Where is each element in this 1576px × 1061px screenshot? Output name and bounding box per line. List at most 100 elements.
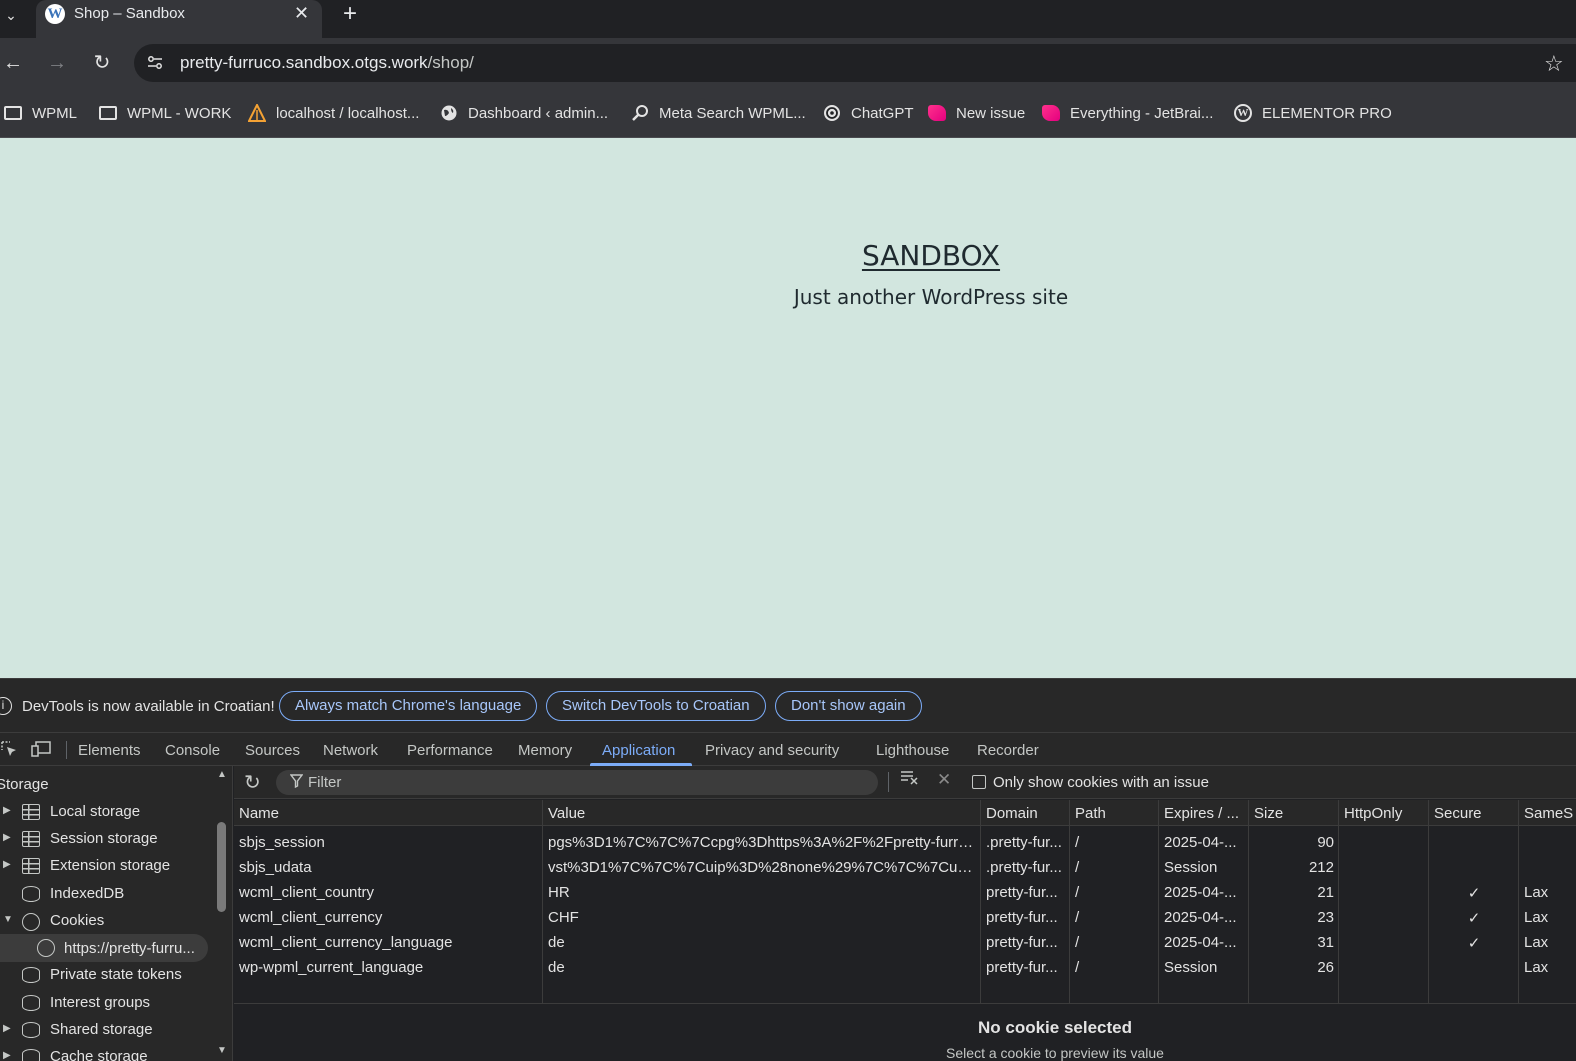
jetbrains-icon — [1042, 104, 1060, 122]
sidebar-item-label: Cache storage — [50, 1048, 148, 1061]
tab-lighthouse[interactable]: Lighthouse — [876, 742, 949, 759]
expand-arrow-icon[interactable]: ▶ — [3, 832, 11, 843]
infobar-text: DevTools is now available in Croatian! — [22, 698, 275, 715]
sidebar-item-indexeddb[interactable]: IndexedDB — [0, 881, 216, 908]
table-row[interactable]: sbjs_session pgs%3D1%7C%7C%7Ccpg%3Dhttps%… — [234, 830, 1576, 855]
switch-to-croatian-button[interactable]: Switch DevTools to Croatian — [546, 691, 766, 721]
inspect-element-icon[interactable] — [0, 740, 18, 763]
jetbrains-icon — [928, 104, 946, 122]
sidebar-item-local-storage[interactable]: ▶ Local storage — [0, 799, 216, 826]
delete-selected-icon[interactable]: ✕ — [937, 770, 951, 790]
cookie-preview-pane: No cookie selected Select a cookie to pr… — [234, 1005, 1576, 1061]
devtools-language-infobar: i DevTools is now available in Croatian!… — [0, 678, 1576, 732]
sidebar-item-cookies[interactable]: ▼ Cookies — [0, 908, 216, 935]
column-header-domain[interactable]: Domain — [981, 800, 1070, 826]
tab-application[interactable]: Application — [602, 742, 675, 759]
column-header-size[interactable]: Size — [1249, 800, 1339, 826]
reload-icon[interactable]: ↻ — [91, 52, 113, 74]
bookmark-star-icon[interactable]: ☆ — [1544, 51, 1564, 77]
filter-input[interactable] — [308, 770, 868, 795]
bookmark-chatgpt[interactable]: ChatGPT — [823, 103, 914, 123]
sidebar-item-cookie-origin[interactable]: https://pretty-furru... — [0, 934, 208, 962]
scroll-down-arrow-icon[interactable]: ▼ — [217, 1045, 229, 1057]
table-row[interactable]: wcml_client_currency_language de pretty-fu… — [234, 930, 1576, 955]
bookmark-everything-jetbrains[interactable]: Everything - JetBrai... — [1042, 103, 1213, 123]
tab-elements[interactable]: Elements — [78, 742, 141, 759]
bookmark-wpml-work[interactable]: WPML - WORK — [99, 103, 231, 123]
table-row[interactable]: wp-wpml_current_language de pretty-fur... /… — [234, 955, 1576, 980]
device-toolbar-icon[interactable] — [31, 740, 51, 763]
site-title-link[interactable]: SANDBOX — [0, 239, 1576, 272]
column-header-name[interactable]: Name — [234, 800, 543, 826]
dont-show-again-button[interactable]: Don't show again — [775, 691, 922, 721]
cookies-toolbar: ↻ ✕ Only show cookies with an issue — [234, 766, 1576, 799]
close-icon[interactable]: ✕ — [294, 3, 309, 24]
sidebar-scrollbar[interactable] — [217, 822, 226, 912]
scroll-up-arrow-icon[interactable]: ▲ — [217, 769, 229, 781]
filter-box[interactable] — [276, 770, 878, 795]
sidebar-item-label: Private state tokens — [50, 966, 182, 983]
tab-search-chevron-icon[interactable]: ⌄ — [0, 0, 22, 30]
cell-samesite — [1519, 855, 1576, 880]
back-arrow-icon[interactable]: ← — [2, 52, 24, 74]
always-match-language-button[interactable]: Always match Chrome's language — [279, 691, 538, 721]
cell-samesite: Lax — [1524, 934, 1549, 951]
url-text[interactable]: pretty-furruco.sandbox.otgs.work/shop/ — [180, 53, 474, 73]
grid-icon — [22, 831, 40, 847]
sidebar-item-label: Session storage — [50, 830, 158, 847]
cell-name: wcml_client_country — [239, 884, 375, 901]
sidebar-item-shared-storage[interactable]: ▶ Shared storage — [0, 1017, 216, 1044]
expand-arrow-icon[interactable]: ▶ — [3, 1023, 11, 1034]
tab-privacy-and-security[interactable]: Privacy and security — [705, 742, 839, 759]
sidebar-item-extension-storage[interactable]: ▶ Extension storage — [0, 853, 216, 880]
column-header-value[interactable]: Value — [543, 800, 981, 826]
sidebar-item-interest-groups[interactable]: Interest groups — [0, 990, 216, 1017]
cell-httponly — [1339, 905, 1429, 930]
bookmark-wpml[interactable]: WPML — [4, 103, 77, 123]
refresh-icon[interactable]: ↻ — [244, 770, 261, 795]
column-header-httponly[interactable]: HttpOnly — [1339, 800, 1429, 826]
column-header-path[interactable]: Path — [1070, 800, 1159, 826]
forward-arrow-icon[interactable]: → — [46, 52, 68, 74]
expand-arrow-icon[interactable]: ▶ — [3, 805, 11, 816]
column-header-samesite[interactable]: SameS — [1519, 800, 1576, 826]
globe-icon — [440, 104, 458, 122]
database-icon — [22, 967, 40, 983]
bookmark-dashboard[interactable]: Dashboard ‹ admin... — [440, 103, 608, 123]
column-header-expires[interactable]: Expires / ... — [1159, 800, 1249, 826]
site-settings-icon[interactable] — [146, 54, 164, 72]
browser-tab-active[interactable]: W Shop – Sandbox ✕ — [36, 0, 322, 38]
table-row[interactable]: sbjs_udata vst%3D1%7C%7C%7Cuip%3D%28none%… — [234, 855, 1576, 880]
cell-value: vst%3D1%7C%7C%7Cuip%3D%28none%29%7C%7C%7… — [548, 859, 981, 876]
bookmark-meta-search[interactable]: Meta Search WPML... — [631, 103, 806, 123]
tab-sources[interactable]: Sources — [245, 742, 300, 759]
bookmark-new-issue[interactable]: New issue — [928, 103, 1025, 123]
cell-secure — [1429, 955, 1519, 980]
only-issues-checkbox[interactable] — [972, 775, 986, 789]
expand-arrow-icon[interactable]: ▶ — [3, 1050, 11, 1061]
column-header-secure[interactable]: Secure — [1429, 800, 1519, 826]
table-row[interactable]: wcml_client_currency CHF pretty-fur... / 202… — [234, 905, 1576, 930]
url-path: /shop/ — [427, 53, 474, 72]
sidebar-item-private-state-tokens[interactable]: Private state tokens — [0, 962, 216, 989]
collapse-arrow-icon[interactable]: ▼ — [3, 914, 13, 925]
clear-all-cookies-icon[interactable] — [900, 769, 920, 790]
bookmark-label: Everything - JetBrai... — [1070, 104, 1214, 122]
tab-recorder[interactable]: Recorder — [977, 742, 1039, 759]
tab-performance[interactable]: Performance — [407, 742, 493, 759]
bookmark-elementor-pro[interactable]: W ELEMENTOR PRO — [1234, 103, 1392, 123]
expand-arrow-icon[interactable]: ▶ — [3, 859, 11, 870]
cell-path: / — [1075, 909, 1080, 926]
new-tab-plus-icon[interactable]: + — [338, 0, 362, 28]
address-bar[interactable]: pretty-furruco.sandbox.otgs.work/shop/ — [134, 44, 1576, 82]
tab-network[interactable]: Network — [323, 742, 378, 759]
table-row[interactable]: wcml_client_country HR pretty-fur... / 2025-… — [234, 880, 1576, 905]
cookie-icon — [22, 913, 40, 931]
sidebar-item-session-storage[interactable]: ▶ Session storage — [0, 826, 216, 853]
bookmark-localhost[interactable]: localhost / localhost... — [248, 103, 419, 123]
tab-console[interactable]: Console — [165, 742, 220, 759]
sidebar-item-cache-storage[interactable]: ▶ Cache storage — [0, 1044, 216, 1061]
cell-name: wp-wpml_current_language — [239, 959, 424, 976]
tab-memory[interactable]: Memory — [518, 742, 572, 759]
cell-domain: pretty-fur... — [986, 934, 1058, 951]
